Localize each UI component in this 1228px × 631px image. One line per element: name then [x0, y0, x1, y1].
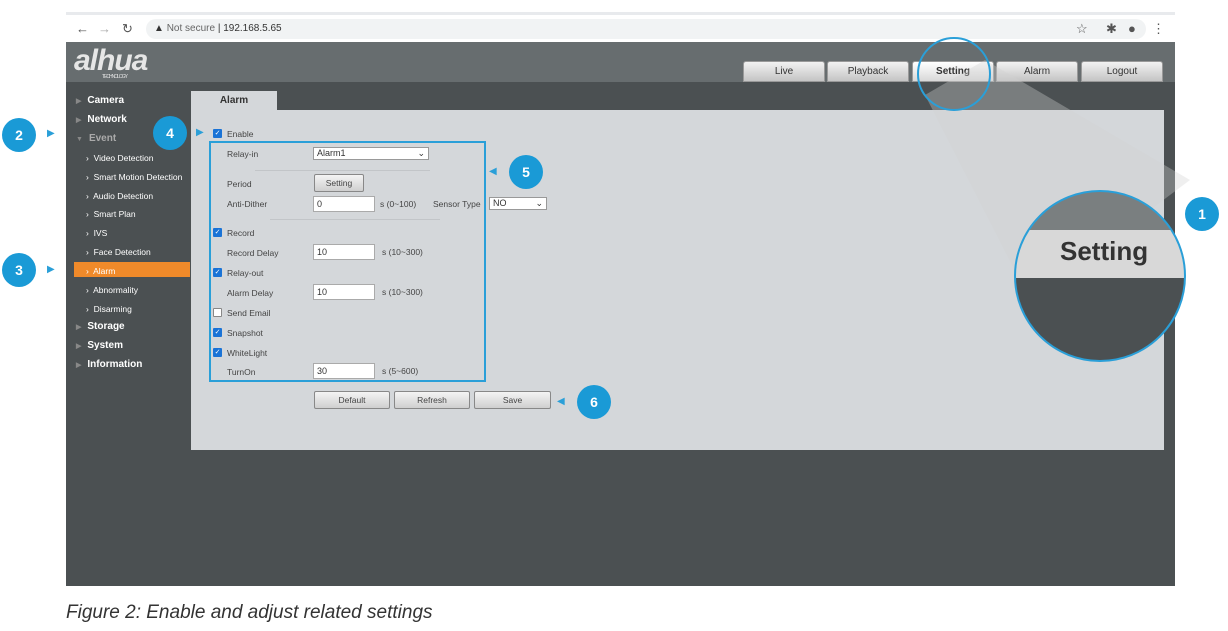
- figure-caption: Figure 2: Enable and adjust related sett…: [66, 602, 433, 623]
- arrow-right-icon: ▶: [47, 128, 55, 139]
- callout-6: 6: [577, 385, 611, 419]
- magnifier-overlay: [917, 37, 1190, 362]
- magnified-setting-label: Setting: [1060, 236, 1149, 266]
- arrow-left-icon: ◀: [489, 166, 497, 177]
- callout-1: 1: [1185, 197, 1219, 231]
- callout-2: 2: [2, 118, 36, 152]
- arrow-right-icon: ▶: [196, 127, 204, 138]
- callout-5: 5: [509, 155, 543, 189]
- callout-4: 4: [153, 116, 187, 150]
- callout-3: 3: [2, 253, 36, 287]
- arrow-left-icon: ◀: [557, 396, 565, 407]
- arrow-right-icon: ▶: [47, 264, 55, 275]
